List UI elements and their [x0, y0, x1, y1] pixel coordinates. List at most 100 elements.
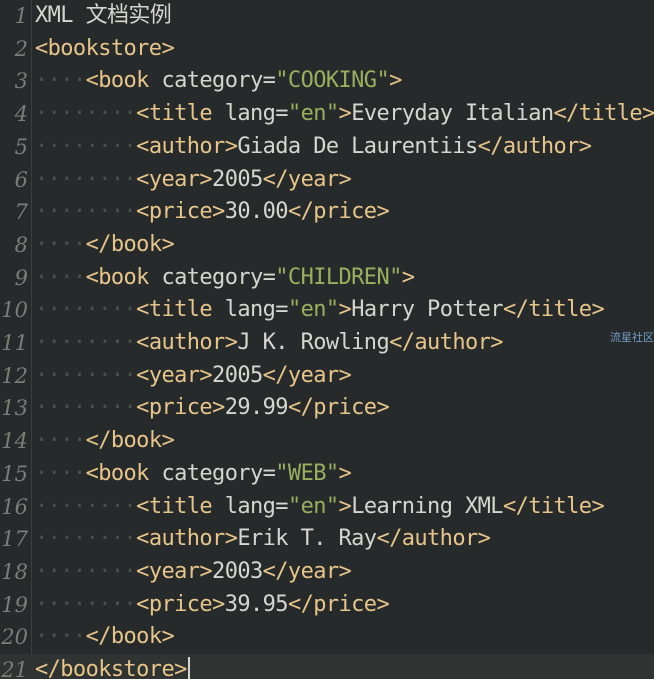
token-tag: </book>: [85, 231, 175, 257]
token-tag: >: [338, 297, 352, 323]
token-ws: ····: [35, 460, 86, 486]
code-line[interactable]: 9 ····<book category="CHILDREN">: [0, 262, 654, 295]
token-tag: </title>: [502, 297, 605, 323]
code-line[interactable]: 20 ····</book>: [0, 621, 654, 654]
code-content[interactable]: ····<book category="COOKING">: [35, 65, 402, 98]
token-tag: <author>: [136, 526, 238, 552]
token-tag: </author>: [376, 526, 491, 552]
code-content[interactable]: ····</book>: [35, 621, 175, 654]
token-tag: <author>: [136, 133, 238, 159]
code-line[interactable]: 14 ····</book>: [0, 425, 654, 458]
code-content[interactable]: XML 文档实例: [35, 0, 172, 33]
token-ws: ········: [35, 493, 137, 519]
line-number: 16: [1, 494, 28, 519]
code-content[interactable]: <bookstore>: [35, 33, 175, 66]
token-tag: <book: [85, 68, 162, 94]
code-line[interactable]: 7 ········<price>30.00</price>: [0, 196, 654, 229]
code-content[interactable]: ····</book>: [35, 229, 175, 262]
token-str: "en": [287, 493, 339, 519]
token-text: 2005: [212, 362, 263, 388]
code-line[interactable]: 11 ········<author>J K. Rowling</author>: [0, 327, 654, 360]
code-content[interactable]: ········<title lang="en">Learning XML</t…: [35, 491, 605, 524]
code-line[interactable]: 5 ········<author>Giada De Laurentiis</au…: [0, 131, 654, 164]
code-content[interactable]: ········<author>Giada De Laurentiis</aut…: [35, 131, 592, 164]
line-number: 5: [14, 134, 28, 159]
token-str: "en": [287, 101, 339, 127]
token-ws: ········: [35, 558, 137, 584]
token-ws: ········: [35, 133, 137, 159]
code-line[interactable]: 15 ····<book category="WEB">: [0, 458, 654, 491]
code-line[interactable]: 6 ········<year>2005</year>: [0, 164, 654, 197]
code-content[interactable]: ········<title lang="en">Everyday Italia…: [35, 98, 654, 131]
token-text: 2003: [212, 558, 263, 584]
code-line[interactable]: 12 ········<year>2005</year>: [0, 360, 654, 393]
code-line[interactable]: 18 ········<year>2003</year>: [0, 556, 654, 589]
token-tag: </author>: [389, 330, 503, 355]
code-line[interactable]: 10 ········<title lang="en">Harry Potter<…: [0, 294, 654, 327]
code-content[interactable]: ····<book category="WEB">: [35, 458, 352, 491]
code-line[interactable]: 2 <bookstore>: [0, 33, 654, 66]
token-tag: <author>: [136, 330, 238, 355]
token-tag: <title: [136, 493, 225, 519]
token-ws: ········: [35, 591, 137, 617]
line-number: 20: [1, 625, 28, 650]
line-number: 19: [1, 592, 28, 617]
code-content[interactable]: ········<price>29.99</price>: [35, 392, 390, 425]
line-number: 15: [1, 461, 28, 486]
token-text: Everyday Italian: [351, 101, 554, 127]
code-editor[interactable]: 1 XML 文档实例 2 <bookstore> 3 ····<book category…: [0, 0, 654, 679]
line-number: 4: [14, 102, 28, 127]
token-tag: <year>: [136, 166, 213, 192]
token-attr: lang=: [224, 493, 289, 519]
token-tag: <price>: [136, 395, 225, 421]
code-line[interactable]: 1 XML 文档实例: [0, 0, 654, 33]
token-ws: ····: [35, 231, 86, 257]
token-ws: ····: [35, 428, 86, 454]
code-line[interactable]: 17 ········<author>Erik T. Ray</author>: [0, 523, 654, 556]
token-str: "WEB": [275, 460, 339, 486]
token-attr: category=: [161, 264, 276, 290]
token-attr: category=: [161, 460, 276, 486]
token-text: 29.99: [224, 395, 289, 421]
line-number: 9: [14, 265, 28, 290]
token-tag: </year>: [262, 558, 352, 584]
code-content[interactable]: ········<year>2003</year>: [35, 556, 352, 589]
token-tag: <title: [136, 101, 225, 127]
code-line[interactable]: 19 ········<price>39.95</price>: [0, 589, 654, 622]
code-line[interactable]: 16 ········<title lang="en">Learning XML<…: [0, 491, 654, 524]
token-tag: <book: [85, 460, 162, 486]
line-number: 6: [14, 167, 28, 192]
token-tag: </bookstore>: [35, 657, 187, 679]
watermark-text: 流星社区: [610, 331, 654, 344]
code-line[interactable]: 8 ····</book>: [0, 229, 654, 262]
code-content[interactable]: ········<year>2005</year>: [35, 360, 352, 393]
token-tag: <year>: [136, 558, 213, 584]
token-tag: >: [338, 493, 352, 519]
token-text: 2005: [212, 166, 263, 192]
token-text: J K. Rowling: [237, 330, 390, 355]
code-line[interactable]: 13 ········<price>29.99</price>: [0, 392, 654, 425]
code-line[interactable]: 4 ········<title lang="en">Everyday Itali…: [0, 98, 654, 131]
code-content[interactable]: ····</book>: [35, 425, 175, 458]
code-content[interactable]: </bookstore>: [35, 654, 190, 679]
line-number: 14: [1, 429, 28, 454]
code-content[interactable]: ····<book category="CHILDREN">: [35, 262, 415, 295]
token-tag: </price>: [287, 591, 390, 617]
token-text: 39.95: [224, 591, 289, 617]
code-content[interactable]: ········<author>J K. Rowling</author>: [35, 327, 504, 360]
code-content[interactable]: ········<title lang="en">Harry Potter</t…: [35, 294, 605, 327]
code-content[interactable]: ········<author>Erik T. Ray</author>: [35, 523, 491, 556]
code-content[interactable]: ········<price>39.95</price>: [35, 589, 390, 622]
token-tag: </book>: [85, 624, 175, 650]
token-text: Erik T. Ray: [237, 526, 377, 552]
token-tag: <price>: [136, 199, 225, 225]
line-number: 2: [14, 36, 28, 61]
line-number: 13: [1, 396, 28, 421]
code-content[interactable]: ········<price>30.00</price>: [35, 196, 390, 229]
token-ws: ········: [35, 362, 137, 388]
token-tag: </author>: [477, 133, 592, 159]
code-line[interactable]: 21 </bookstore>: [0, 654, 654, 679]
code-content[interactable]: ········<year>2005</year>: [35, 164, 352, 197]
code-line[interactable]: 3 ····<book category="COOKING">: [0, 65, 654, 98]
token-str: "CHILDREN": [275, 264, 402, 290]
